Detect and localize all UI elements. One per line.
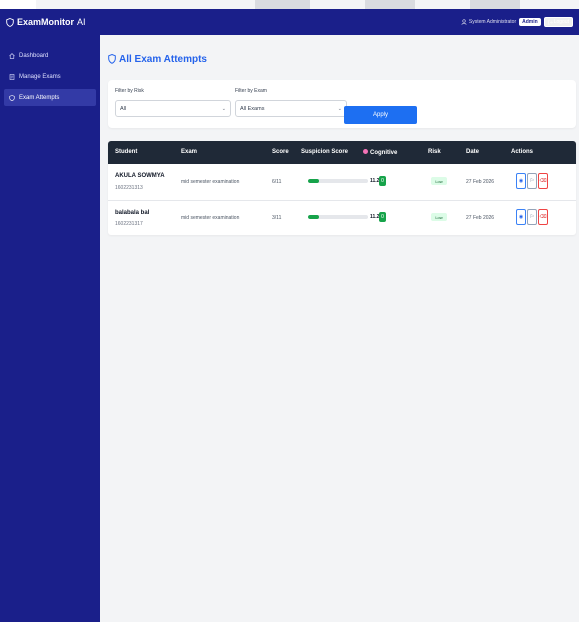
student-id: 1602231313 [115, 185, 143, 191]
attempt-date: 27 Feb 2026 [466, 215, 495, 221]
risk-filter-value: All [120, 105, 127, 112]
sidebar-item-manage-exams[interactable]: Manage Exams [4, 68, 96, 85]
brand-name: ExamMonitor [17, 17, 75, 27]
view-button[interactable]: ◉ [516, 173, 526, 189]
eye-icon: ◉ [518, 178, 524, 184]
user-info: System Administrator [461, 19, 516, 25]
attempt-date: 27 Feb 2026 [466, 179, 495, 185]
student-id: 1602231317 [115, 221, 143, 227]
flag-icon: ⚐ [529, 178, 535, 184]
header-score: Score [272, 149, 289, 155]
logout-button[interactable]: Logout [543, 17, 573, 27]
header-risk: Risk [428, 149, 441, 155]
table-row: AKULA SOWMYA 1602231313 mid semester exa… [108, 164, 576, 201]
view-button[interactable]: ◉ [516, 209, 526, 225]
sidebar: Dashboard Manage Exams Exam Attempts [0, 35, 100, 622]
score: 3/11 [272, 215, 282, 221]
score: 6/11 [272, 179, 282, 185]
student-name: balabala bal [115, 210, 150, 216]
header-actions: Actions [511, 149, 534, 155]
apply-button[interactable]: Apply [344, 106, 417, 124]
delete-button[interactable]: ⌫ [538, 209, 548, 225]
header-date: Date [466, 149, 480, 155]
exam-filter-select[interactable]: All Exams ⌄ [235, 100, 347, 117]
risk-badge: Low [431, 213, 447, 221]
flag-button[interactable]: ⚐ [527, 173, 537, 189]
exam-filter-label: Filter by Exam [235, 88, 267, 94]
attempts-table: Student Exam Score Suspicion Score Cogni… [108, 141, 576, 235]
suspicion-bar-fill [308, 179, 320, 183]
flag-button[interactable]: ⚐ [527, 209, 537, 225]
chevron-down-icon: ⌄ [221, 105, 226, 112]
page-title: All Exam Attempts [108, 52, 576, 66]
document-icon [9, 73, 15, 80]
header-exam: Exam [181, 149, 198, 155]
risk-filter-label: Filter by Risk [115, 88, 144, 94]
logout-icon [547, 19, 553, 25]
brand-suffix: AI [77, 17, 86, 27]
exam-name: mid semester examination [181, 215, 240, 221]
suspicion-bar-fill [308, 215, 320, 219]
suspicion-bar [308, 215, 368, 219]
sidebar-item-label: Exam Attempts [19, 94, 60, 101]
delete-button[interactable]: ⌫ [538, 173, 548, 189]
eye-icon: ◉ [518, 214, 524, 220]
exam-name: mid semester examination [181, 179, 240, 185]
shield-icon [108, 54, 116, 64]
home-icon [9, 52, 15, 59]
exam-filter-value: All Exams [240, 105, 265, 112]
shield-icon [6, 17, 14, 27]
sidebar-item-dashboard[interactable]: Dashboard [4, 47, 96, 64]
top-strip [0, 0, 579, 9]
cognitive-badge: 0 [379, 212, 386, 222]
header-cognitive: Cognitive [363, 149, 397, 156]
brand[interactable]: ExamMonitor AI [6, 17, 86, 27]
trash-icon: ⌫ [539, 214, 547, 220]
risk-filter-select[interactable]: All ⌄ [115, 100, 231, 117]
brain-icon [363, 149, 368, 154]
student-name: AKULA SOWMYA [115, 173, 165, 179]
user-icon [461, 19, 467, 25]
top-navbar: ExamMonitor AI System Administrator Admi… [0, 9, 579, 35]
sidebar-item-label: Manage Exams [19, 73, 61, 80]
chevron-down-icon: ⌄ [337, 105, 342, 112]
sidebar-item-exam-attempts[interactable]: Exam Attempts [4, 89, 96, 106]
header-suspicion: Suspicion Score [301, 149, 349, 155]
logout-label: Logout [553, 19, 569, 25]
cognitive-badge: 0 [379, 176, 386, 186]
table-header: Student Exam Score Suspicion Score Cogni… [108, 141, 576, 164]
header-student: Student [115, 149, 138, 155]
user-name: System Administrator [468, 19, 517, 25]
filter-card: Filter by Risk All ⌄ Filter by Exam All … [108, 80, 576, 128]
role-badge: Admin [519, 18, 541, 26]
main-content: All Exam Attempts Filter by Risk All ⌄ F… [100, 35, 579, 622]
sidebar-item-label: Dashboard [19, 52, 49, 59]
flag-icon: ⚐ [529, 214, 535, 220]
shield-icon [9, 94, 15, 101]
trash-icon: ⌫ [539, 178, 547, 184]
suspicion-bar [308, 179, 368, 183]
table-row: balabala bal 1602231317 mid semester exa… [108, 201, 576, 235]
risk-badge: Low [431, 177, 447, 185]
page-title-text: All Exam Attempts [119, 53, 207, 65]
user-area: System Administrator Admin Logout [461, 17, 573, 27]
